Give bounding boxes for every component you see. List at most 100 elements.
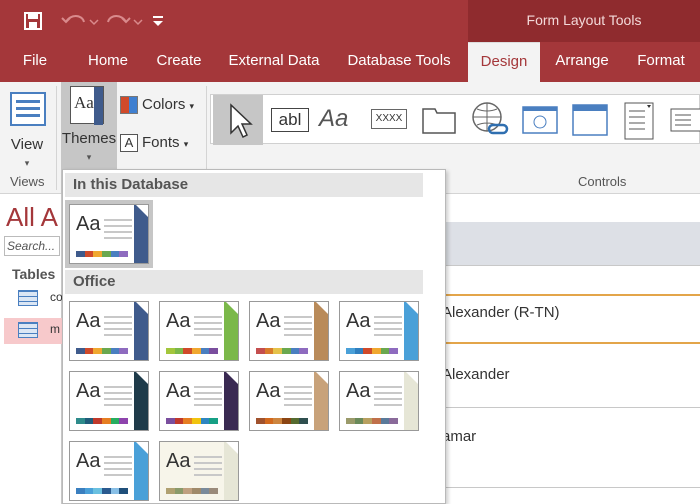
text-box-icon-text: abl bbox=[271, 108, 309, 132]
themes-icon-text: Aa bbox=[74, 93, 94, 112]
tab-home[interactable]: Home bbox=[80, 42, 136, 82]
theme-line bbox=[104, 225, 132, 227]
button-icon[interactable]: XXXX bbox=[365, 95, 415, 145]
nav-item-label: m bbox=[50, 322, 60, 336]
view-icon bbox=[10, 92, 46, 126]
theme-swatches bbox=[76, 348, 129, 354]
page-fold-icon bbox=[316, 372, 328, 384]
hyperlink-icon[interactable] bbox=[465, 95, 515, 145]
colors-label: Colors bbox=[142, 96, 186, 113]
theme-line bbox=[104, 322, 132, 324]
label-icon-text: Aa bbox=[319, 105, 349, 132]
theme-thumbnail[interactable]: Aa bbox=[249, 301, 329, 361]
themes-dropdown: In this Database Office Aa Aa Aa Aa Aa Aa Aa Aa… bbox=[62, 169, 446, 504]
tab-format[interactable]: Format bbox=[628, 42, 694, 82]
theme-thumbnail[interactable]: Aa bbox=[339, 371, 419, 431]
theme-thumbnail[interactable]: Aa bbox=[159, 371, 239, 431]
tab-database-tools[interactable]: Database Tools bbox=[338, 42, 460, 82]
redo-icon[interactable] bbox=[104, 10, 144, 32]
web-browser-icon[interactable] bbox=[515, 95, 565, 145]
page-fold-icon bbox=[406, 302, 418, 314]
theme-line bbox=[374, 334, 402, 336]
save-icon[interactable] bbox=[22, 10, 44, 32]
tab-arrange[interactable]: Arrange bbox=[544, 42, 620, 82]
field-value: Alexander bbox=[442, 366, 510, 383]
theme-line bbox=[374, 322, 402, 324]
theme-line bbox=[104, 237, 132, 239]
theme-thumbnail[interactable]: Aa bbox=[159, 441, 239, 501]
fonts-label: Fonts bbox=[142, 134, 180, 151]
theme-line bbox=[194, 392, 222, 394]
tab-control-icon[interactable] bbox=[415, 95, 465, 145]
theme-thumbnail[interactable]: Aa bbox=[69, 441, 149, 501]
theme-line bbox=[284, 392, 312, 394]
tab-external-data[interactable]: External Data bbox=[220, 42, 328, 82]
text-box-icon[interactable]: abl bbox=[265, 95, 315, 145]
theme-line bbox=[194, 474, 222, 476]
theme-thumbnail-text: Aa bbox=[346, 310, 371, 332]
label-icon[interactable]: Aa bbox=[315, 95, 365, 145]
theme-line bbox=[104, 231, 132, 233]
theme-line bbox=[194, 404, 222, 406]
undo-icon[interactable] bbox=[60, 10, 100, 32]
page-fold-icon bbox=[226, 372, 238, 384]
page-fold-icon bbox=[136, 372, 148, 384]
select-pointer-icon[interactable] bbox=[213, 95, 263, 145]
theme-line bbox=[374, 398, 402, 400]
theme-line bbox=[104, 398, 132, 400]
theme-line bbox=[284, 316, 312, 318]
theme-line bbox=[284, 386, 312, 388]
theme-line bbox=[284, 322, 312, 324]
navigation-control-icon[interactable] bbox=[565, 95, 615, 145]
list-box-icon[interactable] bbox=[665, 95, 700, 145]
theme-thumbnail[interactable]: Aa bbox=[339, 301, 419, 361]
theme-thumbnail[interactable]: Aa bbox=[69, 301, 149, 361]
nav-pane-title[interactable]: All A bbox=[6, 202, 58, 233]
controls-group-label: Controls bbox=[578, 174, 627, 189]
theme-thumbnail-text: Aa bbox=[256, 380, 281, 402]
nav-item-table[interactable]: co bbox=[4, 286, 63, 312]
colors-button[interactable]: Colors ▾ bbox=[120, 96, 194, 118]
tab-design[interactable]: Design bbox=[468, 42, 540, 82]
theme-line bbox=[284, 404, 312, 406]
theme-line bbox=[104, 462, 132, 464]
theme-line bbox=[194, 334, 222, 336]
themes-button-label: Themes bbox=[61, 130, 117, 147]
theme-line bbox=[374, 404, 402, 406]
theme-thumbnail-text: Aa bbox=[76, 310, 101, 332]
theme-swatches bbox=[166, 348, 219, 354]
combo-box-icon[interactable] bbox=[615, 95, 665, 145]
view-button-label: View bbox=[10, 136, 44, 153]
page-fold-icon bbox=[136, 442, 148, 454]
theme-swatches bbox=[76, 251, 129, 257]
theme-thumbnail[interactable]: Aa bbox=[65, 200, 153, 268]
theme-line bbox=[374, 328, 402, 330]
theme-thumbnail-text: Aa bbox=[76, 450, 101, 472]
tab-create[interactable]: Create bbox=[150, 42, 208, 82]
divider bbox=[56, 86, 57, 190]
view-button[interactable]: View ▾ bbox=[2, 88, 52, 168]
page-fold-icon bbox=[136, 205, 148, 217]
theme-thumbnail-text: Aa bbox=[256, 310, 281, 332]
theme-thumbnail[interactable]: Aa bbox=[159, 301, 239, 361]
theme-line bbox=[104, 392, 132, 394]
theme-thumbnail-text: Aa bbox=[166, 380, 191, 402]
theme-line bbox=[104, 474, 132, 476]
button-icon-text: XXXX bbox=[371, 109, 407, 129]
nav-section-tables[interactable]: Tables bbox=[12, 266, 55, 282]
table-icon bbox=[18, 290, 38, 306]
theme-thumbnail-text: Aa bbox=[76, 380, 101, 402]
customize-icon[interactable] bbox=[150, 10, 166, 32]
controls-gallery: abl Aa XXXX bbox=[210, 94, 700, 145]
theme-line bbox=[194, 316, 222, 318]
nav-search-input[interactable]: Search... bbox=[4, 236, 60, 256]
theme-thumbnail[interactable]: Aa bbox=[69, 371, 149, 431]
theme-thumbnail-text: Aa bbox=[76, 213, 101, 235]
fonts-button[interactable]: A Fonts ▾ bbox=[120, 134, 188, 156]
theme-swatches bbox=[166, 418, 219, 424]
themes-icon: Aa bbox=[70, 86, 104, 125]
theme-line bbox=[284, 328, 312, 330]
tab-file[interactable]: File bbox=[12, 42, 58, 82]
nav-item-table[interactable]: m bbox=[4, 318, 62, 344]
theme-thumbnail[interactable]: Aa bbox=[249, 371, 329, 431]
